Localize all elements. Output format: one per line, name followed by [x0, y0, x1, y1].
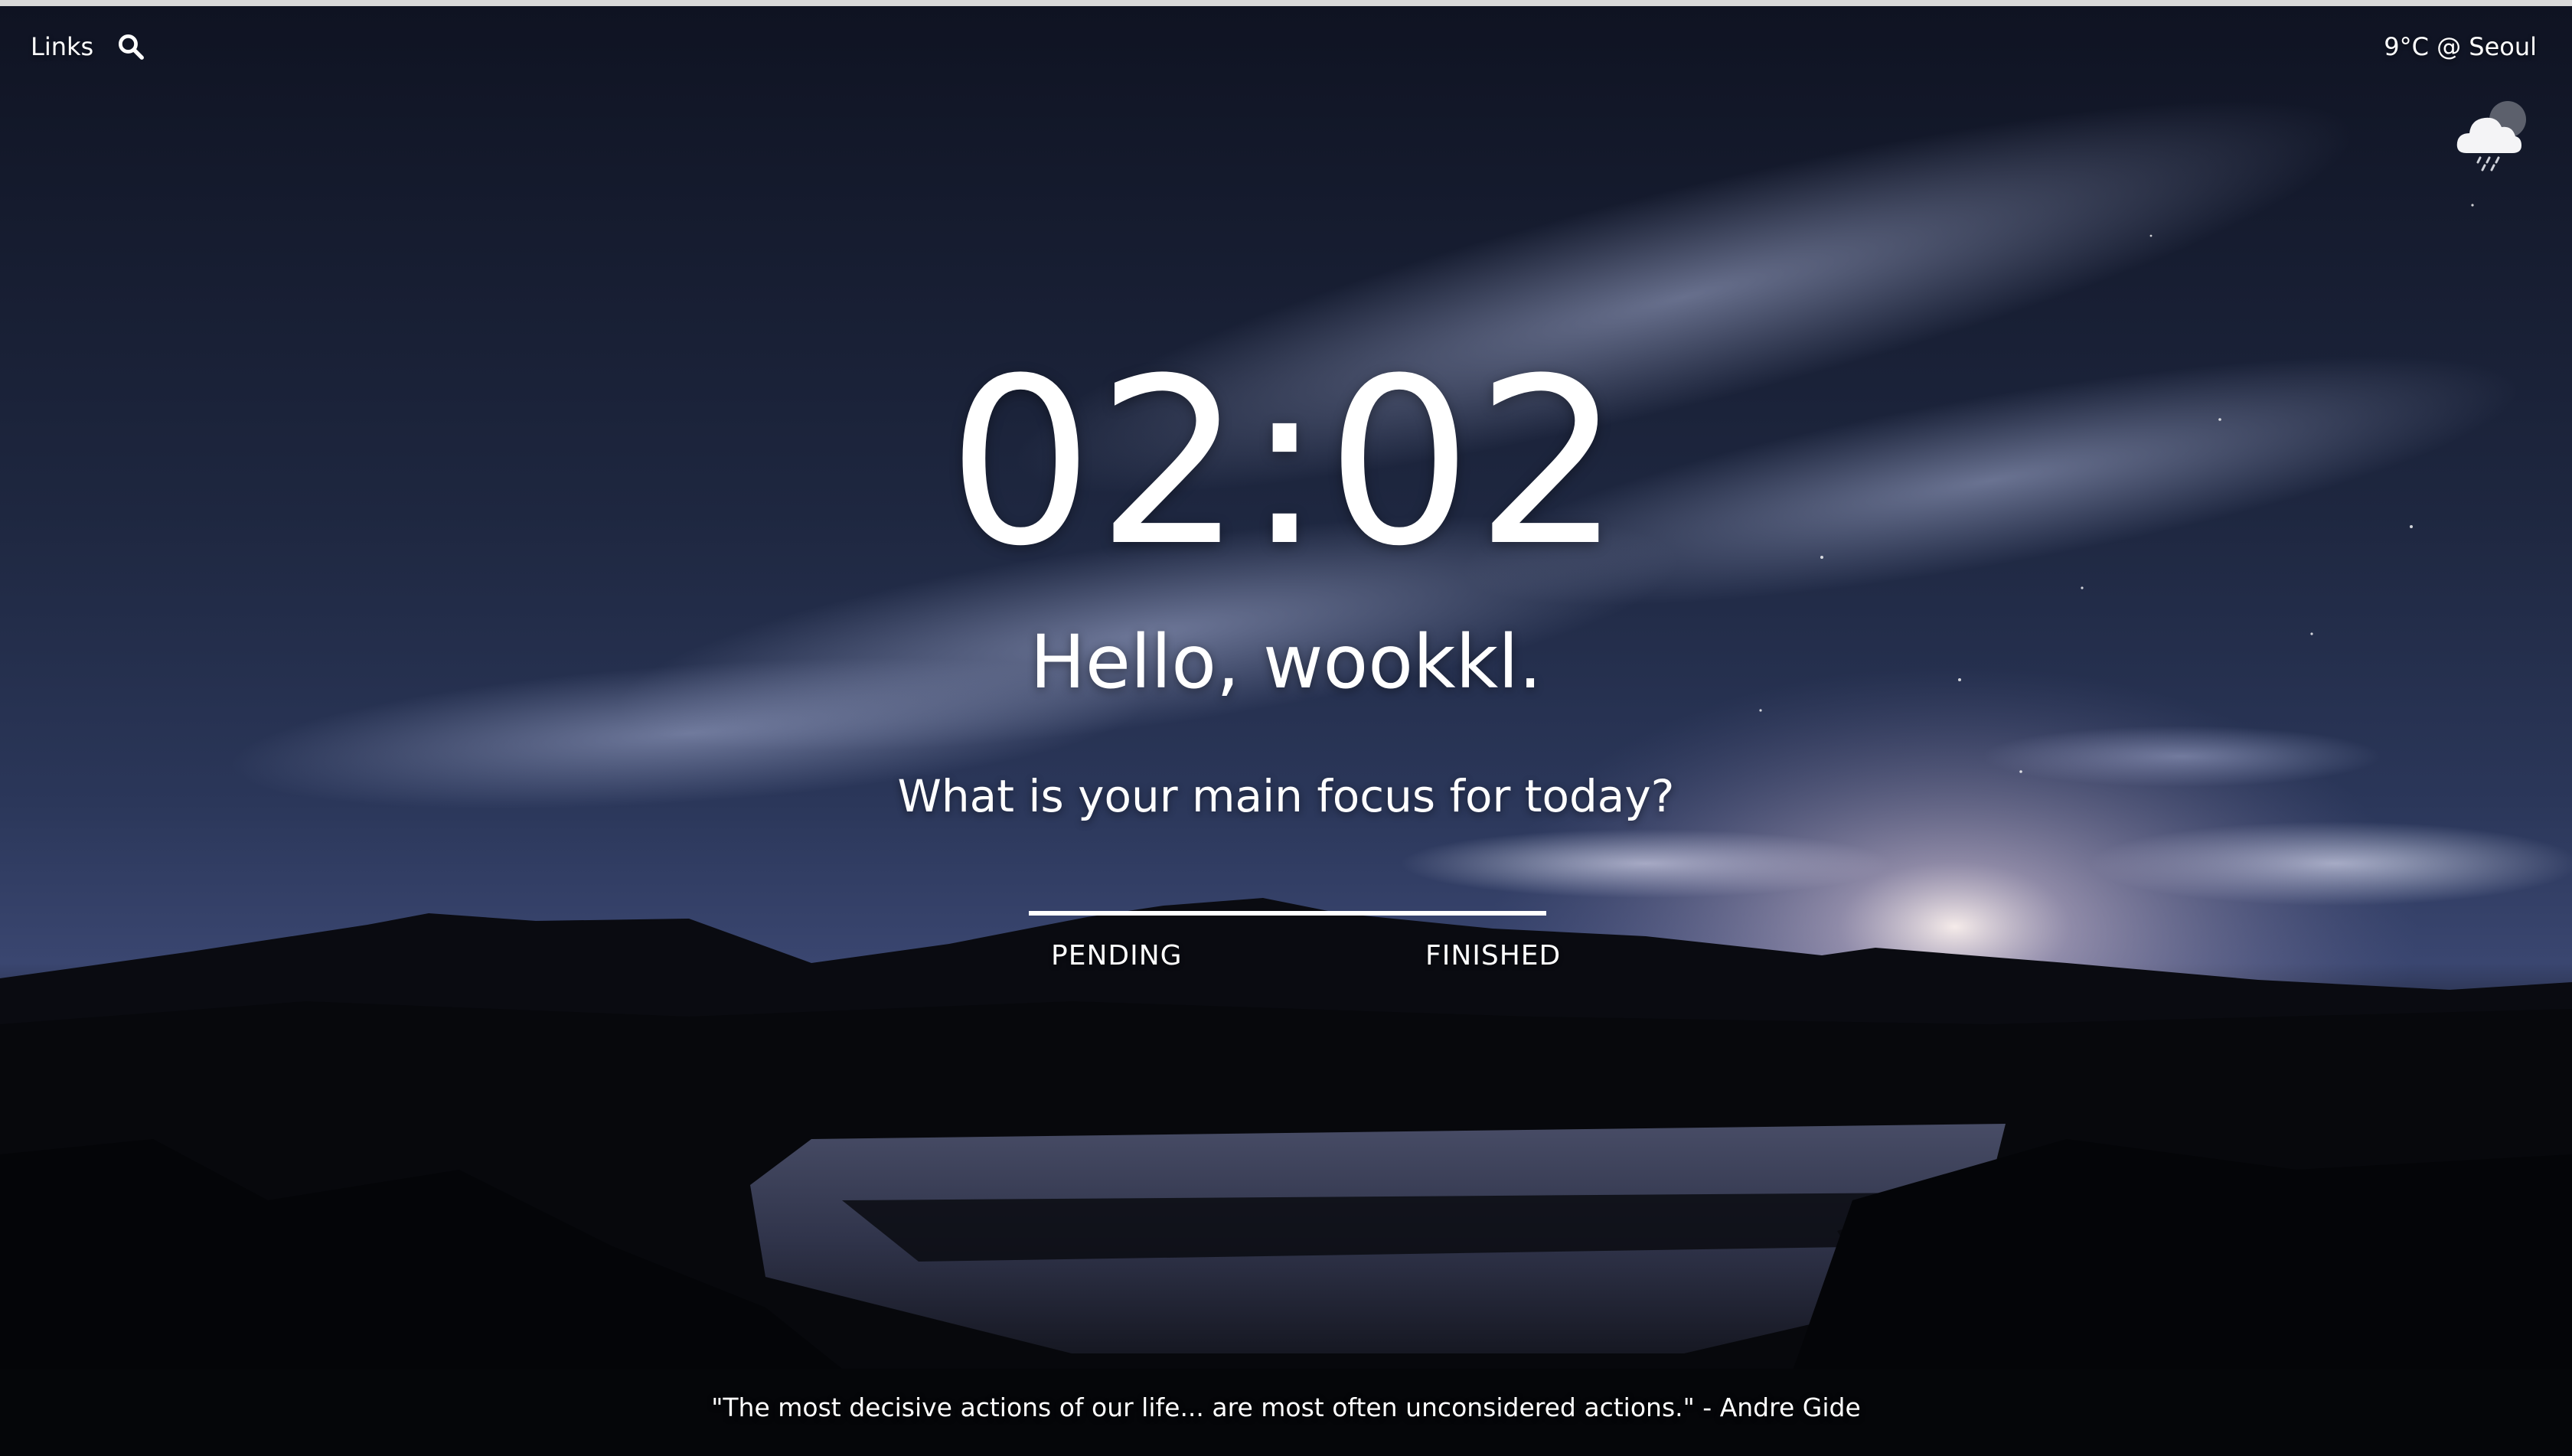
focus-input[interactable]	[1029, 857, 1546, 916]
focus-question: What is your main focus for today?	[897, 770, 1675, 822]
quote-text: "The most decisive actions of our life..…	[711, 1392, 1861, 1422]
greeting-text: Hello, wookkl.	[1030, 619, 1542, 705]
weather-widget: 9°C @ Seoul	[2338, 26, 2537, 171]
clock-time: 02:02	[947, 329, 1625, 596]
tab-finished[interactable]: FINISHED	[1425, 937, 1561, 975]
night-landscape-background	[0, 6, 2572, 1456]
links-button[interactable]: Links	[31, 26, 93, 67]
browser-top-edge	[0, 0, 2572, 6]
momentum-dashboard: Links 9°C @ Seoul 02:02 Hello, wookkl. W…	[0, 0, 2572, 1456]
search-icon[interactable]	[116, 32, 145, 61]
cloud-rain-night-icon	[2451, 93, 2534, 176]
tab-pending[interactable]: PENDING	[1051, 937, 1183, 975]
top-left-links: Links	[31, 26, 145, 67]
weather-temperature-location: 9°C @ Seoul	[2384, 32, 2537, 61]
